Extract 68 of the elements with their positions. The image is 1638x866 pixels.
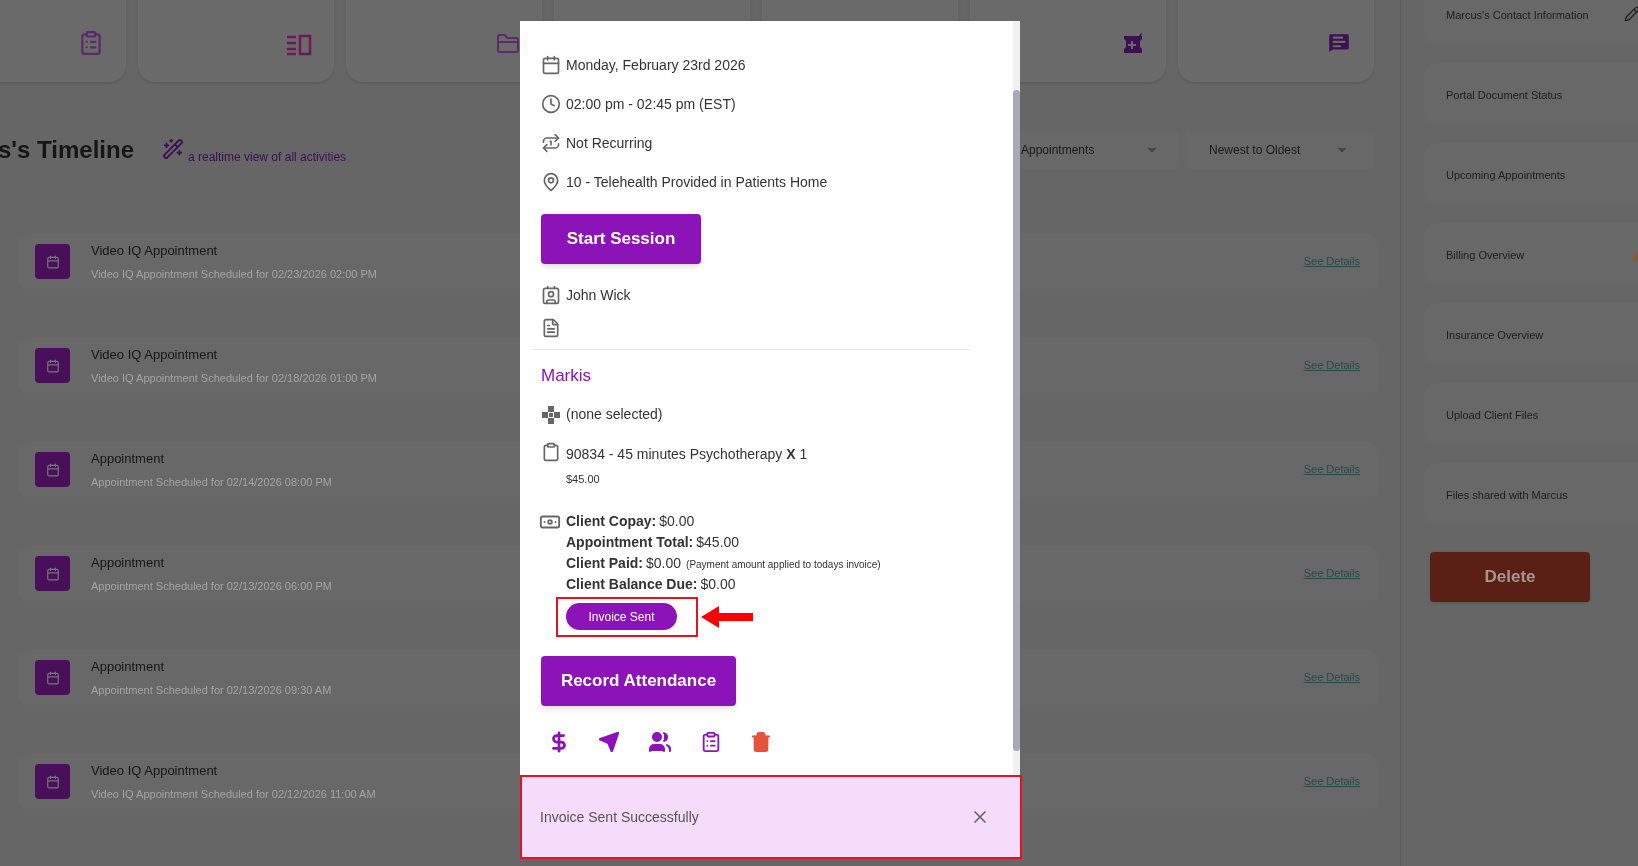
clipboard-icon[interactable]: [700, 731, 722, 753]
scrollbar[interactable]: [1013, 21, 1020, 775]
clipboard-icon: [541, 441, 561, 462]
clock-icon: [541, 94, 561, 114]
timeline-item-title: Video IQ Appointment: [91, 241, 218, 260]
id-card-icon: [541, 285, 561, 305]
trash-icon[interactable]: [750, 731, 772, 753]
provider-name: John Wick: [566, 285, 631, 305]
billing-label: Appointment Total:: [566, 533, 694, 552]
timeline-item-description: Appointment Scheduled for 02/14/2026 08:00 PM: [91, 475, 332, 490]
client-name: Markis: [541, 365, 593, 387]
clipboard-icon: [78, 30, 104, 56]
billing-note: (Payment amount applied to todays invoice): [686, 558, 881, 572]
billing-value: $0.00: [700, 575, 736, 594]
timeline-item-description: Appointment Scheduled for 02/13/2026 06:00 PM: [91, 579, 332, 594]
calendar-icon: [45, 774, 60, 789]
timeline-item-title: Appointment: [91, 657, 164, 676]
see-details-link[interactable]: See Details: [1303, 565, 1360, 582]
see-details-link[interactable]: See Details: [1303, 253, 1360, 270]
toast-message: Invoice Sent Successfully: [540, 807, 699, 827]
recurrence-text: Not Recurring: [566, 133, 653, 153]
invoice-sent-button[interactable]: Invoice Sent: [566, 603, 677, 630]
billing-value: $45.00: [696, 533, 740, 552]
see-details-link[interactable]: See Details: [1303, 357, 1360, 374]
billing-label: Client Balance Due:: [566, 575, 698, 594]
calendar-icon: [541, 55, 561, 75]
wand-icon: [162, 138, 184, 160]
timeline-item-description: Video IQ Appointment Scheduled for 02/18/2026 01:00 PM: [91, 371, 377, 386]
shortcut-card[interactable]: [346, 0, 542, 82]
edit-icon[interactable]: [1624, 6, 1638, 22]
location-text: 10 - Telehealth Provided in Patients Home: [566, 172, 828, 192]
people-icon[interactable]: [648, 730, 672, 754]
timeline-item-title: Appointment: [91, 553, 164, 572]
cross-icon: [541, 404, 561, 425]
start-session-button[interactable]: Start Session: [541, 214, 701, 264]
document-icon: [541, 318, 561, 338]
appointment-time: 02:00 pm - 02:45 pm (EST): [566, 94, 736, 114]
timeline-subtitle: a realtime view of all activities: [188, 149, 347, 166]
see-details-link[interactable]: See Details: [1303, 669, 1360, 686]
repeat-icon: [541, 133, 561, 153]
calendar-icon: [45, 462, 60, 477]
billing-label: Client Paid:: [566, 554, 643, 573]
calendar-icon: [45, 566, 60, 581]
timeline-item-title: Video IQ Appointment: [91, 345, 218, 364]
calendar-icon: [45, 670, 60, 685]
service-selection: (none selected): [566, 405, 663, 424]
billing-value: $0.00: [659, 512, 695, 531]
pointer-arrow: [701, 606, 753, 628]
timeline-item-title: Appointment: [91, 449, 164, 468]
billing-label: Client Copay:: [566, 512, 657, 531]
service-text: 90834 - 45 minutes Psychotherapy X 1: [566, 444, 808, 464]
folder-icon: [496, 32, 520, 56]
delete-button[interactable]: Delete: [1430, 552, 1590, 602]
calendar-icon: [45, 254, 60, 269]
calendar-icon: [45, 358, 60, 373]
timeline-item-description: Appointment Scheduled for 02/13/2026 09:30 AM: [91, 683, 332, 698]
send-icon[interactable]: [598, 731, 620, 753]
timeline-item-title: Video IQ Appointment: [91, 761, 218, 780]
service-price: $45.00: [566, 471, 601, 487]
list-icon: [286, 34, 312, 56]
prescription-icon: [1122, 32, 1144, 56]
see-details-link[interactable]: See Details: [1303, 461, 1360, 478]
billing-value: $0.00: [646, 554, 682, 573]
timeline-item-description: Video IQ Appointment Scheduled for 02/12/2026 11:00 AM: [91, 787, 376, 802]
record-attendance-button[interactable]: Record Attendance: [541, 656, 736, 706]
location-icon: [541, 172, 561, 192]
appointment-date: Monday, February 23rd 2026: [566, 55, 746, 75]
see-details-link[interactable]: See Details: [1303, 773, 1360, 790]
